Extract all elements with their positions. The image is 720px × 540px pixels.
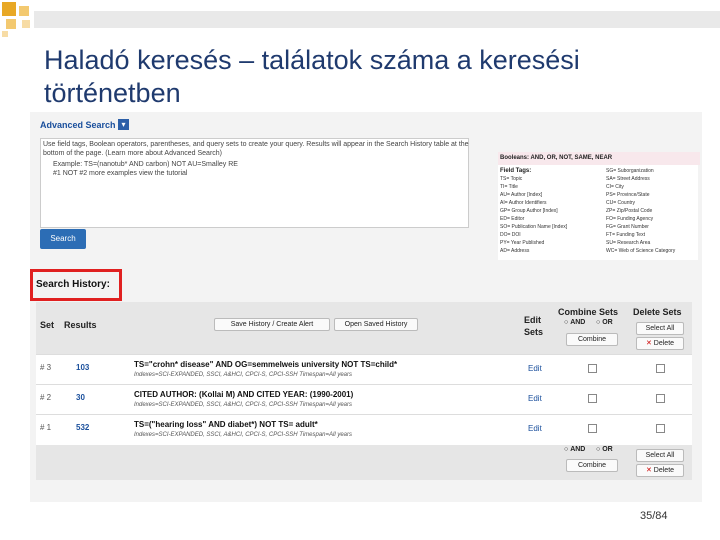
history-row: # 2 30 CITED AUTHOR: (Kollai M) AND CITED …	[36, 384, 692, 415]
search-history-title: Search History:	[36, 279, 110, 290]
query-text: CITED AUTHOR: (Kollai M) AND CITED YEAR:…	[134, 390, 354, 399]
booleans-line: Booleans: AND, OR, NOT, SAME, NEAR	[498, 152, 700, 165]
field-tag: SG= Suborganization	[606, 168, 654, 174]
edit-link[interactable]: Edit	[528, 424, 542, 433]
example-line: #1 NOT #2 more examples view the tutoria…	[53, 170, 188, 177]
field-tag: DO= DOI	[500, 232, 521, 238]
field-tag: SA= Street Address	[606, 176, 650, 182]
field-tag: SO= Publication Name [Index]	[500, 224, 568, 230]
screenshot-panel: Advanced Search ▾ Use field tags, Boolea…	[30, 112, 702, 502]
select-all-button[interactable]: Select All	[636, 322, 684, 335]
combine-button[interactable]: Combine	[566, 333, 618, 346]
field-tag: AI= Author Identifiers	[500, 200, 547, 206]
result-count-link[interactable]: 532	[76, 423, 89, 432]
page-number: 35/84	[640, 510, 668, 522]
field-tag: ED= Editor	[500, 216, 525, 222]
combine-checkbox[interactable]	[588, 394, 597, 403]
open-saved-history-button[interactable]: Open Saved History	[334, 318, 418, 331]
save-history-button[interactable]: Save History / Create Alert	[214, 318, 330, 331]
field-tag: TS= Topic	[500, 176, 523, 182]
field-tag: PY= Year Published	[500, 240, 545, 246]
query-textarea[interactable]: Use field tags, Boolean operators, paren…	[40, 138, 469, 228]
query-indexes: Indexes=SCI-EXPANDED, SSCI, A&HCI, CPCI-…	[134, 372, 353, 378]
search-button[interactable]: Search	[40, 229, 86, 249]
field-tag: FO= Funding Agency	[606, 216, 654, 222]
history-row: # 1 532 TS=("hearing loss" AND diabet*) NO…	[36, 414, 692, 445]
select-all-button[interactable]: Select All	[636, 449, 684, 462]
set-number: # 2	[40, 393, 52, 402]
combine-checkbox[interactable]	[588, 364, 597, 373]
edit-link[interactable]: Edit	[528, 364, 542, 373]
query-indexes: Indexes=SCI-EXPANDED, SSCI, A&HCI, CPCI-…	[134, 402, 353, 408]
field-tags-label: Field Tags:	[500, 168, 532, 174]
combine-button[interactable]: Combine	[566, 459, 618, 472]
history-row: # 3 103 TS="crohn* disease" AND OG=semmelw…	[36, 354, 692, 385]
history-table-footer: ○ AND ○ OR Combine Select All ✕ Delete	[36, 444, 692, 480]
col-combine-sets: Combine Sets	[558, 307, 619, 317]
delete-button[interactable]: ✕ Delete	[636, 464, 684, 477]
col-delete-sets: Delete Sets	[633, 307, 682, 317]
col-set: Set	[40, 320, 55, 330]
field-tag: AU= Author [Index]	[500, 192, 543, 198]
example-line: Example: TS=(nanotub* AND carbon) NOT AU…	[53, 161, 238, 168]
field-tag: PS= Province/State	[606, 192, 650, 198]
query-text: TS=("hearing loss" AND diabet*) NOT TS= …	[134, 420, 318, 429]
help-line: bottom of the page. (Learn more about Ad…	[43, 150, 223, 157]
field-tag: CU= Country	[606, 200, 636, 206]
result-count-link[interactable]: 103	[76, 363, 89, 372]
advanced-search-heading[interactable]: Advanced Search	[40, 120, 116, 130]
col-edit-sets: Edit Sets	[524, 315, 544, 337]
history-table-header: Set Results Save History / Create Alert …	[36, 302, 692, 354]
edit-link[interactable]: Edit	[528, 394, 542, 403]
delete-checkbox[interactable]	[656, 364, 665, 373]
slide-title: Haladó keresés – találatok száma a keres…	[44, 45, 580, 108]
field-tag: WC= Web of Science Category	[606, 248, 676, 254]
help-line: Use field tags, Boolean operators, paren…	[43, 141, 469, 148]
combine-or-radio[interactable]: ○ OR	[596, 319, 613, 326]
set-number: # 1	[40, 423, 52, 432]
field-tag: ZP= Zip/Postal Code	[606, 208, 653, 214]
delete-x-icon: ✕	[645, 340, 652, 347]
delete-button[interactable]: ✕ Delete	[636, 337, 684, 350]
field-tag: CI= City	[606, 184, 624, 190]
col-results: Results	[64, 320, 97, 330]
field-tags-panel: Booleans: AND, OR, NOT, SAME, NEAR Field…	[498, 152, 700, 260]
combine-and-radio[interactable]: ○ AND	[564, 319, 585, 326]
query-text: TS="crohn* disease" AND OG=semmelweis un…	[134, 360, 398, 369]
field-tag: GP= Group Author [Index]	[500, 208, 558, 214]
combine-or-radio[interactable]: ○ OR	[596, 446, 613, 453]
chevron-down-icon[interactable]: ▾	[118, 119, 129, 130]
combine-and-radio[interactable]: ○ AND	[564, 446, 585, 453]
field-tag: SU= Research Area	[606, 240, 651, 246]
delete-x-icon: ✕	[645, 467, 652, 474]
result-count-link[interactable]: 30	[76, 393, 85, 402]
field-tag: AD= Address	[500, 248, 530, 254]
field-tag: FG= Grant Number	[606, 224, 649, 230]
field-tag: TI= Title	[500, 184, 518, 190]
delete-checkbox[interactable]	[656, 424, 665, 433]
query-indexes: Indexes=SCI-EXPANDED, SSCI, A&HCI, CPCI-…	[134, 432, 353, 438]
set-number: # 3	[40, 363, 52, 372]
combine-checkbox[interactable]	[588, 424, 597, 433]
delete-checkbox[interactable]	[656, 394, 665, 403]
field-tag: FT= Funding Text	[606, 232, 645, 238]
